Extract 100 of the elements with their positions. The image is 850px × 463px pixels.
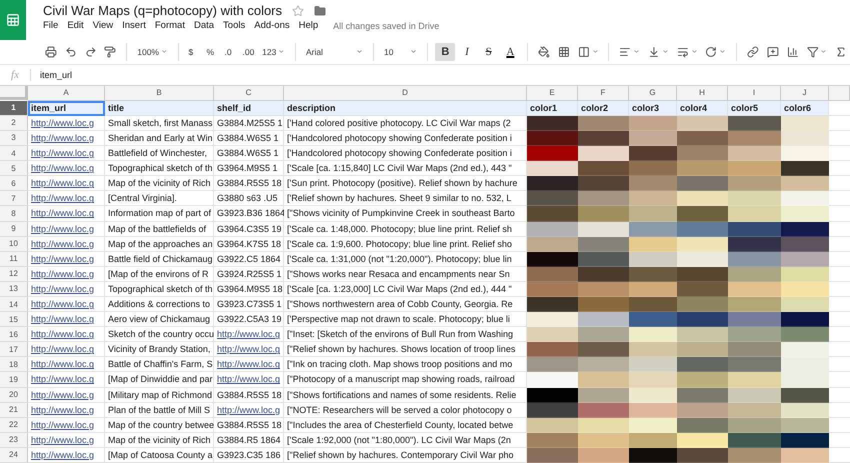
header-cell[interactable]: color2: [578, 100, 629, 116]
row-number[interactable]: 20: [0, 388, 28, 403]
column-header[interactable]: F: [578, 86, 629, 101]
row-number[interactable]: 15: [0, 312, 28, 328]
header-cell[interactable]: color6: [781, 100, 829, 116]
column-header[interactable]: H: [677, 86, 728, 101]
url-link[interactable]: http://www.loc.g: [214, 372, 284, 388]
font-select[interactable]: Arial: [302, 46, 366, 57]
header-cell[interactable]: color3: [629, 100, 677, 116]
menu-item[interactable]: Add-ons: [254, 20, 290, 31]
column-header[interactable]: C: [214, 86, 284, 101]
url-link[interactable]: http://www.loc.g: [28, 312, 105, 328]
number-format-button[interactable]: $: [185, 42, 202, 61]
header-cell[interactable]: color1: [527, 100, 578, 116]
text-style-button[interactable]: I: [457, 42, 477, 61]
row-number[interactable]: 5: [0, 161, 28, 176]
table-cell: ['Perspective map not drawn to scale. Photocopy; blue li: [284, 312, 527, 328]
column-header[interactable]: B: [105, 86, 214, 101]
url-link[interactable]: http://www.loc.g: [28, 402, 105, 418]
menu-item[interactable]: Tools: [223, 20, 246, 31]
url-link[interactable]: http://www.loc.g: [214, 327, 284, 342]
url-link[interactable]: http://www.loc.g: [28, 266, 105, 282]
column-header[interactable]: D: [284, 86, 527, 101]
column-header[interactable]: J: [781, 86, 829, 101]
row-number[interactable]: 22: [0, 418, 28, 433]
row-number[interactable]: 8: [0, 206, 28, 222]
url-link[interactable]: http://www.loc.g: [28, 191, 105, 206]
header-cell[interactable]: color4: [677, 100, 728, 116]
url-link[interactable]: http://www.loc.g: [214, 402, 284, 418]
url-link[interactable]: http://www.loc.g: [28, 418, 105, 433]
row-number[interactable]: 2: [0, 116, 28, 131]
url-link[interactable]: http://www.loc.g: [214, 342, 284, 358]
column-header[interactable]: I: [728, 86, 781, 101]
row-number[interactable]: 11: [0, 252, 28, 267]
star-icon[interactable]: [292, 4, 304, 16]
menu-item[interactable]: File: [43, 20, 58, 31]
url-link[interactable]: http://www.loc.g: [28, 342, 105, 358]
header-cell[interactable]: shelf_id: [214, 100, 284, 116]
column-header[interactable]: E: [527, 86, 578, 101]
header-cell[interactable]: description: [284, 100, 527, 116]
font-size-select[interactable]: 10: [381, 46, 420, 57]
row-number[interactable]: 21: [0, 402, 28, 418]
text-style-button[interactable]: S: [478, 42, 499, 61]
folder-icon[interactable]: [314, 4, 326, 16]
row-number[interactable]: 7: [0, 191, 28, 206]
menu-item[interactable]: Format: [154, 20, 185, 31]
document-title[interactable]: Civil War Maps (q=photocopy) with colors: [43, 3, 282, 18]
row-number[interactable]: 9: [0, 222, 28, 237]
url-link[interactable]: http://www.loc.g: [28, 176, 105, 192]
menu-item[interactable]: Data: [194, 20, 214, 31]
url-link[interactable]: http://www.loc.g: [28, 372, 105, 388]
url-link[interactable]: http://www.loc.g: [28, 282, 105, 297]
url-link[interactable]: http://www.loc.g: [28, 448, 105, 463]
url-link[interactable]: http://www.loc.g: [28, 296, 105, 312]
formula-field[interactable]: item_url: [31, 70, 72, 80]
menu-item[interactable]: Insert: [122, 20, 146, 31]
row-number[interactable]: 14: [0, 296, 28, 312]
table-cell: ['Scale [ca. 1:15,840] LC Civil War Maps (2nd ed.), 443 ": [284, 161, 527, 176]
header-cell[interactable]: item_url: [28, 100, 105, 116]
row-number[interactable]: 19: [0, 372, 28, 388]
header-cell[interactable]: color5: [728, 100, 781, 116]
url-link[interactable]: http://www.loc.g: [28, 161, 105, 176]
url-link[interactable]: http://www.loc.g: [214, 357, 284, 372]
text-style-button[interactable]: A: [500, 42, 520, 61]
row-number[interactable]: 12: [0, 266, 28, 282]
row-number[interactable]: 23: [0, 432, 28, 448]
row-number[interactable]: 3: [0, 130, 28, 146]
url-link[interactable]: http://www.loc.g: [28, 222, 105, 237]
url-link[interactable]: http://www.loc.g: [28, 432, 105, 448]
row-number[interactable]: 18: [0, 357, 28, 372]
menu-item[interactable]: Help: [298, 20, 318, 31]
menu-item[interactable]: View: [92, 20, 114, 31]
number-format-button[interactable]: 123: [259, 42, 288, 61]
zoom-select[interactable]: 100%: [134, 42, 170, 61]
row-number[interactable]: 4: [0, 146, 28, 162]
url-link[interactable]: http://www.loc.g: [28, 146, 105, 162]
row-number[interactable]: 10: [0, 236, 28, 252]
url-link[interactable]: http://www.loc.g: [28, 236, 105, 252]
number-format-button[interactable]: .0: [221, 42, 238, 61]
number-format-button[interactable]: .00: [239, 42, 258, 61]
menu-item[interactable]: Edit: [67, 20, 84, 31]
url-link[interactable]: http://www.loc.g: [28, 388, 105, 403]
text-style-button[interactable]: B: [435, 42, 456, 61]
url-link[interactable]: http://www.loc.g: [28, 116, 105, 131]
url-link[interactable]: http://www.loc.g: [28, 130, 105, 146]
number-format-button[interactable]: %: [203, 42, 220, 61]
row-number[interactable]: 17: [0, 342, 28, 358]
url-link[interactable]: http://www.loc.g: [28, 206, 105, 222]
url-link[interactable]: http://www.loc.g: [28, 327, 105, 342]
sheets-logo[interactable]: [0, 0, 26, 40]
column-header[interactable]: G: [629, 86, 677, 101]
row-number[interactable]: 1: [0, 100, 28, 116]
row-number[interactable]: 16: [0, 327, 28, 342]
url-link[interactable]: http://www.loc.g: [28, 357, 105, 372]
row-number[interactable]: 6: [0, 176, 28, 192]
row-number[interactable]: 24: [0, 448, 28, 463]
header-cell[interactable]: title: [105, 100, 214, 116]
url-link[interactable]: http://www.loc.g: [28, 252, 105, 267]
row-number[interactable]: 13: [0, 282, 28, 297]
column-header[interactable]: A: [28, 86, 105, 101]
